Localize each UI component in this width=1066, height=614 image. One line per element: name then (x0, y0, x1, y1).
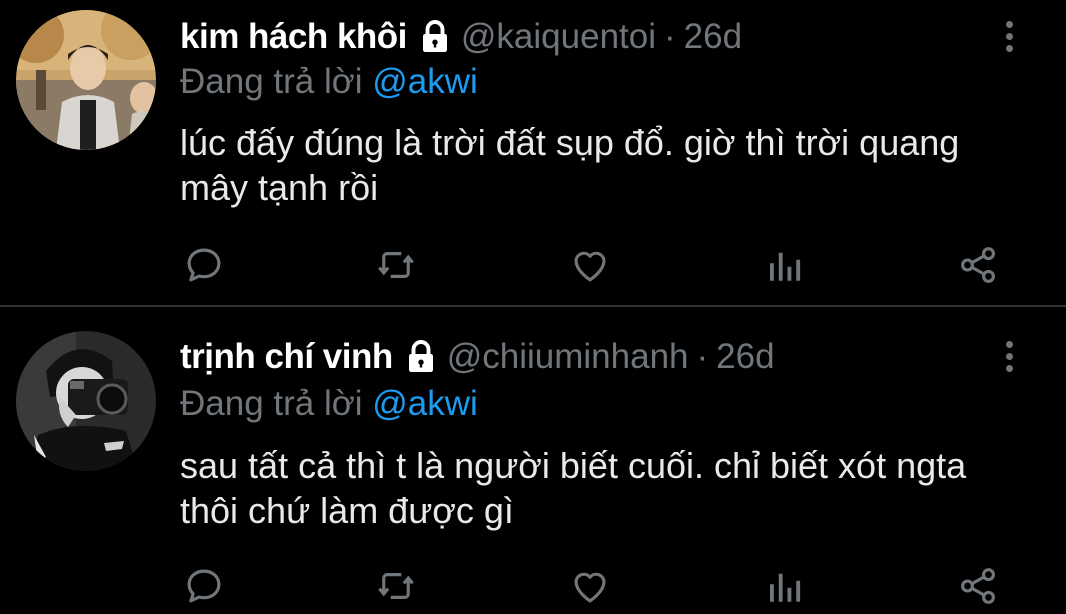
timestamp[interactable]: 26d (684, 17, 742, 57)
replying-label: Đang trả lời (180, 384, 363, 423)
action-bar (0, 233, 1066, 293)
replying-to: Đang trả lời @akwi (180, 62, 478, 102)
share-button[interactable] (956, 564, 1000, 608)
more-dot (1005, 340, 1013, 348)
retweet-button[interactable] (374, 564, 418, 608)
avatar-image (16, 10, 156, 150)
lock-icon (422, 20, 447, 52)
tweet-text: lúc đấy đúng là trời đất sụp đổ. giờ thì… (180, 122, 960, 208)
reply-button[interactable] (182, 243, 226, 287)
more-icon[interactable] (996, 14, 1022, 58)
mention-link[interactable]: @akwi (372, 62, 478, 101)
reply-button[interactable] (182, 564, 226, 608)
avatar[interactable] (16, 331, 156, 471)
heart-icon (574, 251, 606, 282)
more-icon[interactable] (996, 334, 1022, 378)
more-dot (1005, 352, 1013, 360)
share-icon (961, 247, 995, 283)
tweet-header: trịnh chí vinh @chiiuminhanh · 26d (180, 332, 775, 382)
tweet[interactable]: kim hách khôi @kaiquentoi · 26d Đang trả… (0, 0, 1066, 305)
timestamp[interactable]: 26d (716, 337, 774, 377)
like-button[interactable] (568, 243, 612, 287)
avatar-image (16, 331, 156, 471)
stats-icon (770, 573, 801, 602)
retweet-icon (378, 252, 414, 278)
share-button[interactable] (956, 243, 1000, 287)
more-dot (1005, 20, 1013, 28)
display-name[interactable]: trịnh chí vinh (180, 337, 393, 377)
tweet-header: kim hách khôi @kaiquentoi · 26d (180, 12, 742, 62)
more-dot (1005, 44, 1013, 52)
handle[interactable]: @chiiuminhanh (447, 337, 689, 377)
retweet-icon (378, 573, 414, 599)
stats-icon (770, 252, 801, 281)
replying-label: Đang trả lời (180, 62, 363, 101)
lock-icon (408, 340, 433, 372)
share-icon (961, 568, 995, 604)
more-dot (1005, 32, 1013, 40)
replying-to: Đang trả lời @akwi (180, 384, 478, 424)
action-bar (0, 554, 1066, 614)
separator: · (696, 337, 709, 376)
retweet-button[interactable] (374, 243, 418, 287)
handle[interactable]: @kaiquentoi (461, 17, 656, 57)
avatar[interactable] (16, 10, 156, 150)
stats-button[interactable] (762, 243, 806, 287)
reply-icon (187, 248, 221, 282)
stats-button[interactable] (762, 564, 806, 608)
tweet[interactable]: trịnh chí vinh @chiiuminhanh · 26d Đang … (0, 307, 1066, 612)
mention-link[interactable]: @akwi (372, 384, 478, 423)
like-button[interactable] (568, 564, 612, 608)
reply-icon (187, 569, 221, 603)
more-dot (1005, 364, 1013, 372)
tweet-text: sau tất cả thì t là người biết cuối. chỉ… (180, 445, 967, 531)
heart-icon (574, 572, 606, 603)
separator: · (664, 17, 676, 56)
display-name[interactable]: kim hách khôi (180, 17, 407, 57)
